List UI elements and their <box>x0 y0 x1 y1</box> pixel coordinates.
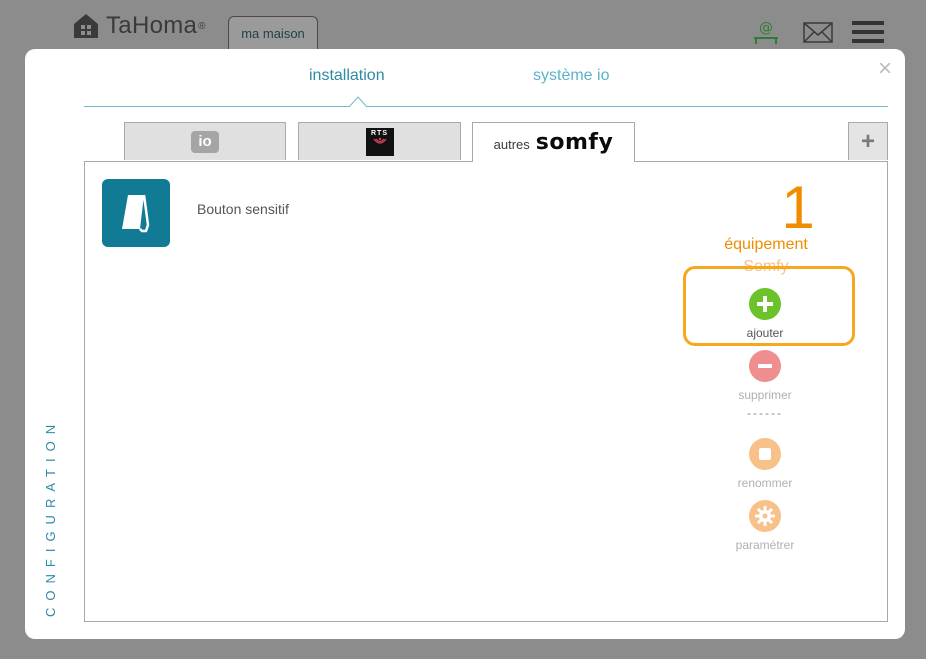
io-icon: io <box>191 130 219 153</box>
configuration-side-label: CONFIGURATION <box>43 417 58 617</box>
svg-text:@: @ <box>759 20 773 36</box>
top-bar: TaHoma ® ma maison @ <box>0 0 926 50</box>
device-name[interactable]: Bouton sensitif <box>197 201 289 217</box>
tab-systeme-io[interactable]: système io <box>533 67 609 85</box>
mail-icon[interactable] <box>802 18 834 46</box>
device-panel: Bouton sensitif 1 équipement Somfy ajout… <box>84 161 888 622</box>
delete-button[interactable]: supprimer <box>705 350 825 402</box>
house-icon <box>74 14 98 38</box>
somfy-logo: somfy <box>535 130 614 155</box>
add-button[interactable]: ajouter <box>705 288 825 340</box>
active-tab-caret-icon <box>349 96 367 108</box>
autres-label: autres <box>493 136 530 152</box>
add-protocol-button[interactable]: + <box>848 122 888 160</box>
close-button[interactable]: × <box>874 57 896 81</box>
protocol-tab-io[interactable]: io <box>124 122 286 160</box>
at-sign-icon[interactable]: @ <box>750 18 782 46</box>
protocol-tab-rts[interactable]: RTS <box>298 122 461 160</box>
device-tile[interactable] <box>102 179 170 247</box>
add-label: ajouter <box>746 326 784 340</box>
tahoma-logo[interactable]: TaHoma ® <box>72 12 206 40</box>
registered-mark: ® <box>198 20 206 32</box>
rts-label: RTS <box>371 129 388 137</box>
plus-circle-icon <box>749 288 781 320</box>
settings-button[interactable]: paramétrer <box>705 500 825 552</box>
protocol-tab-other-somfy[interactable]: autres somfy <box>472 122 635 162</box>
delete-label: supprimer <box>738 388 792 402</box>
rts-icon: RTS <box>365 127 394 156</box>
sensitive-button-icon <box>122 194 150 233</box>
house-tab[interactable]: ma maison <box>228 16 318 50</box>
hamburger-menu-icon[interactable] <box>852 18 884 46</box>
configuration-modal: × installation système io io RTS autres … <box>25 49 905 639</box>
settings-label: paramétrer <box>735 538 795 552</box>
tab-installation[interactable]: installation <box>309 67 385 85</box>
rename-button[interactable]: renommer <box>705 438 825 490</box>
gear-icon <box>749 500 781 532</box>
radio-waves-icon <box>372 137 387 144</box>
rename-label: renommer <box>737 476 793 490</box>
rename-icon <box>749 438 781 470</box>
app-name: TaHoma <box>106 12 198 39</box>
device-count-label: équipement <box>724 236 808 253</box>
io-label: io <box>198 132 212 150</box>
action-separator: ------ <box>747 406 783 420</box>
minus-circle-icon <box>749 350 781 382</box>
tab-underline <box>84 106 888 107</box>
device-count: 1 <box>781 174 815 241</box>
